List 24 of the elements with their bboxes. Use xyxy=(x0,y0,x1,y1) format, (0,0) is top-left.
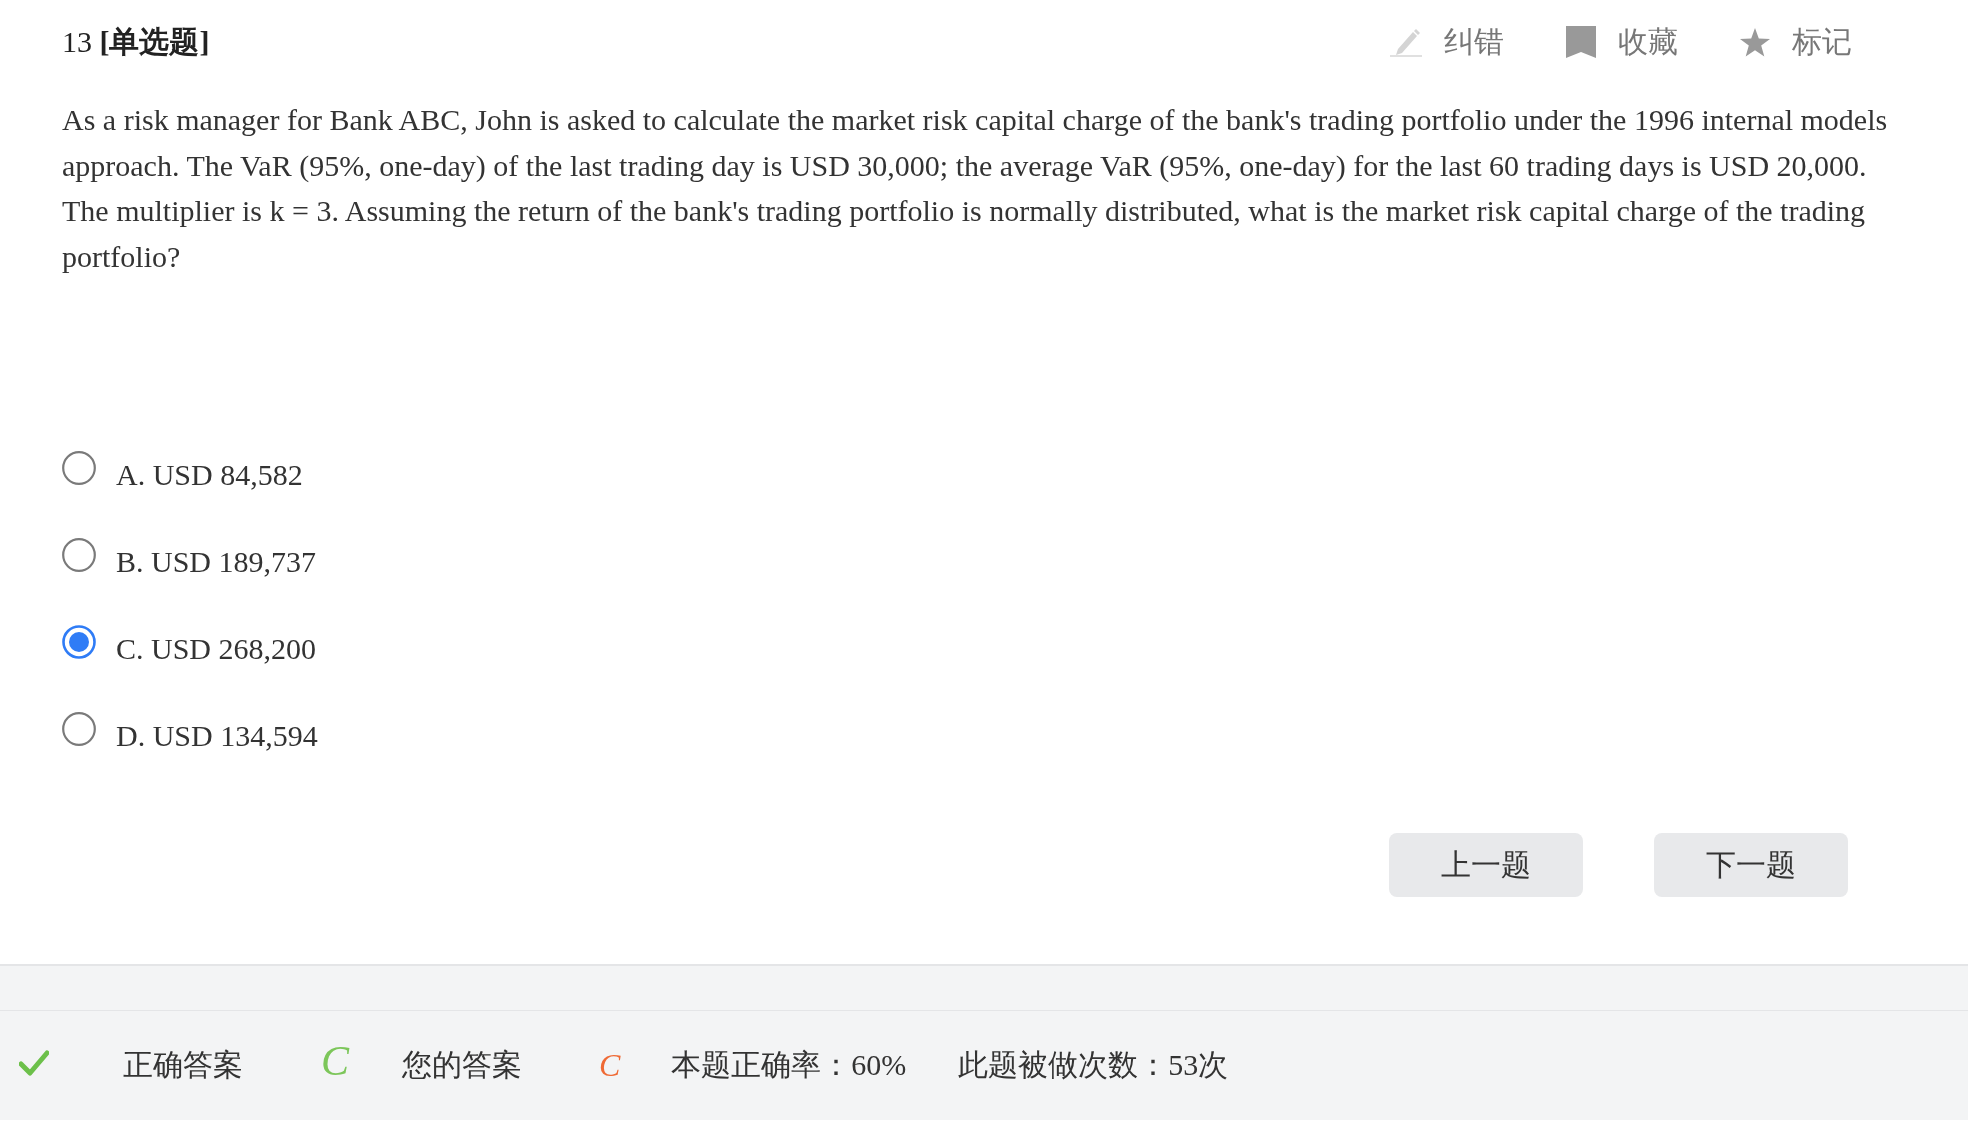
next-button[interactable]: 下一题 xyxy=(1654,833,1848,898)
accuracy-text: 本题正确率：60% xyxy=(671,1047,907,1084)
toolbar-action[interactable]: 收藏 xyxy=(1566,21,1678,63)
your-answer-letter: C xyxy=(599,1047,621,1085)
bookmark-icon xyxy=(1566,26,1596,58)
pencil-icon xyxy=(1390,27,1422,57)
option-label[interactable]: A. USD 84,582 xyxy=(116,457,303,492)
question-title: 13 [单选题] xyxy=(62,23,210,60)
radio-button[interactable] xyxy=(62,537,96,572)
star-icon xyxy=(1740,27,1770,57)
correct-answer-letter: C xyxy=(321,1036,349,1085)
radio-button[interactable] xyxy=(62,450,96,485)
toolbar-action[interactable]: 标记 xyxy=(1740,21,1852,63)
question-text: As a risk manager for Bank ABC, John is asked to calculate the market risk capital charge of the bank's trading portfolio under the 1996 internal models approach. The VaR (95%, one-day) of the last trading day is USD 30,000; the average VaR (95%, one-day) for the last 60 trading days is USD 20,000. The multiplier is k = 3. Assuming the return of the bank's trading portfolio is normally distributed, what is the market risk capital charge of the trading portfolio? xyxy=(62,102,1889,275)
your-answer-label: 您的答案 xyxy=(402,1047,522,1084)
option-label[interactable]: B. USD 189,737 xyxy=(116,544,317,579)
radio-button[interactable] xyxy=(62,624,96,659)
correct-answer-label: 正确答案 xyxy=(123,1047,243,1084)
radio-button[interactable] xyxy=(62,711,96,746)
toolbar-action[interactable]: 纠错 xyxy=(1390,21,1504,63)
option-label[interactable]: D. USD 134,594 xyxy=(116,718,318,753)
option-label[interactable]: C. USD 268,200 xyxy=(116,631,317,666)
previous-button[interactable]: 上一题 xyxy=(1389,833,1583,898)
attempts-text: 此题被做次数：53次 xyxy=(958,1047,1229,1084)
